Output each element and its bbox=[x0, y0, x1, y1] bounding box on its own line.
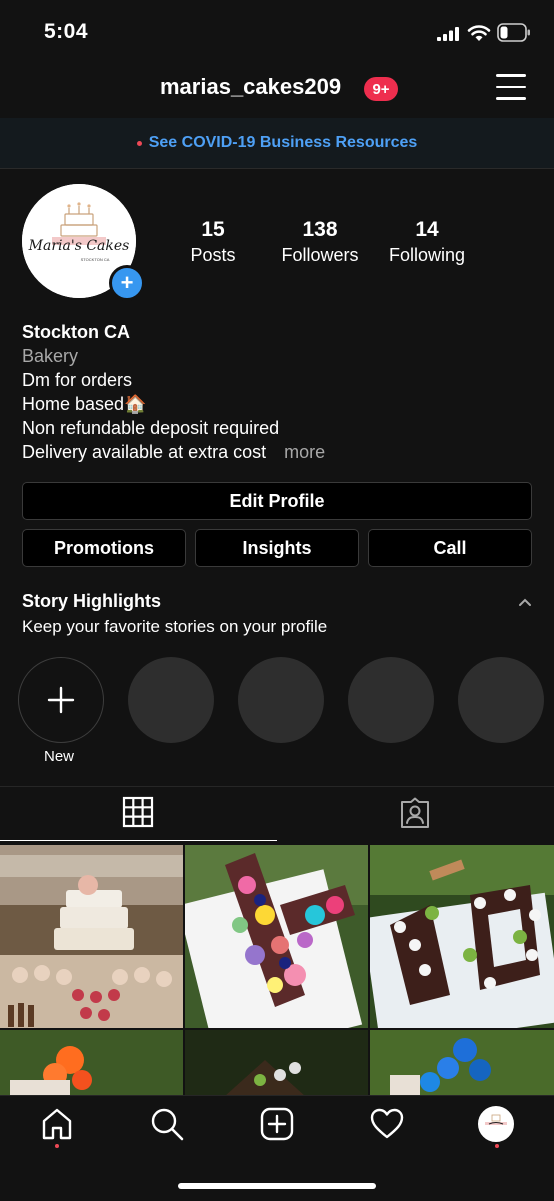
story-highlights-title: Story Highlights bbox=[22, 591, 161, 611]
posts-label: Posts bbox=[190, 245, 236, 265]
followers-stat[interactable]: 138 Followers bbox=[274, 218, 366, 268]
post-thumbnail[interactable] bbox=[0, 1030, 183, 1096]
following-count: 14 bbox=[415, 218, 439, 241]
profile-bio: Stockton CA Bakery Dm for orders Home ba… bbox=[22, 320, 325, 464]
post-thumbnail[interactable] bbox=[185, 845, 368, 1028]
post-thumbnail[interactable] bbox=[370, 845, 554, 1028]
highlight-placeholder bbox=[458, 657, 544, 743]
following-stat[interactable]: 14 Following bbox=[381, 218, 473, 268]
promotions-button[interactable]: Promotions bbox=[22, 529, 186, 567]
followers-label: Followers bbox=[281, 245, 359, 265]
bio-name: Stockton CA bbox=[22, 322, 130, 342]
bio-category[interactable]: Bakery bbox=[22, 344, 325, 368]
story-highlights-subtitle: Keep your favorite stories on your profi… bbox=[22, 617, 328, 636]
posts-stat[interactable]: 15 Posts bbox=[183, 218, 243, 268]
bio-more-link[interactable]: more bbox=[284, 442, 325, 462]
post-thumbnail[interactable] bbox=[185, 1030, 368, 1096]
bio-line: Non refundable deposit required bbox=[22, 418, 280, 438]
edit-profile-button[interactable]: Edit Profile bbox=[22, 482, 532, 520]
notification-badge[interactable]: 9+ bbox=[364, 77, 398, 101]
bio-line: Delivery available at extra cost bbox=[22, 442, 267, 462]
bio-line: Home based🏠 bbox=[22, 394, 147, 414]
wifi-icon bbox=[467, 25, 491, 41]
activity-heart-icon[interactable] bbox=[370, 1107, 404, 1141]
covid-resources-link[interactable]: See COVID-19 Business Resources bbox=[149, 134, 418, 152]
home-notification-dot bbox=[55, 1144, 59, 1148]
call-button[interactable]: Call bbox=[368, 529, 532, 567]
highlight-placeholder bbox=[128, 657, 214, 743]
insights-button[interactable]: Insights bbox=[195, 529, 359, 567]
covid-resources-banner[interactable]: See COVID-19 Business Resources bbox=[0, 118, 554, 168]
red-dot-icon bbox=[136, 140, 142, 146]
cake-logo-icon bbox=[481, 1109, 511, 1139]
profile-avatar-icon[interactable] bbox=[478, 1106, 514, 1142]
posts-count: 15 bbox=[201, 218, 225, 241]
search-icon[interactable] bbox=[150, 1107, 184, 1141]
post-thumbnail[interactable] bbox=[370, 1030, 554, 1096]
new-highlight-button[interactable] bbox=[18, 657, 104, 743]
active-tab-indicator bbox=[0, 840, 277, 841]
new-highlight-label: New bbox=[44, 748, 75, 765]
battery-icon bbox=[497, 23, 530, 42]
bio-line: Dm for orders bbox=[22, 370, 133, 390]
plus-icon bbox=[47, 686, 75, 714]
followers-count: 138 bbox=[302, 218, 338, 241]
cellular-signal-icon bbox=[437, 27, 459, 41]
grid-icon[interactable] bbox=[122, 796, 154, 828]
tagged-icon[interactable] bbox=[399, 797, 431, 829]
banner-divider bbox=[0, 168, 554, 169]
svg-text:STOCKTON CA: STOCKTON CA bbox=[81, 257, 110, 262]
following-label: Following bbox=[388, 245, 466, 265]
profile-tabs bbox=[0, 786, 554, 843]
highlight-placeholder bbox=[348, 657, 434, 743]
post-thumbnail[interactable] bbox=[0, 845, 183, 1028]
profile-username[interactable]: marias_cakes209 bbox=[160, 74, 341, 100]
svg-text:Maria's Cakes: Maria's Cakes bbox=[28, 238, 130, 254]
status-time: 5:04 bbox=[44, 20, 89, 43]
hamburger-menu-icon[interactable] bbox=[496, 74, 526, 102]
highlight-placeholder bbox=[238, 657, 324, 743]
home-icon[interactable] bbox=[40, 1107, 74, 1141]
collapse-chevron-up-icon[interactable] bbox=[518, 597, 532, 607]
profile-notification-dot bbox=[495, 1144, 499, 1148]
add-story-button[interactable]: + bbox=[109, 265, 145, 301]
new-post-icon[interactable] bbox=[260, 1107, 294, 1141]
home-indicator[interactable] bbox=[178, 1183, 376, 1189]
